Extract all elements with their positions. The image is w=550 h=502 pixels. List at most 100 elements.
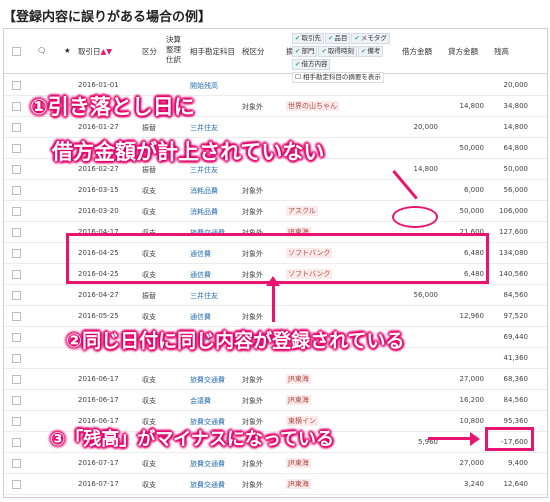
row-checkbox[interactable] <box>12 480 21 489</box>
balance-header: 残高 <box>494 47 509 56</box>
kubun-header: 区分 <box>142 47 157 56</box>
debit-header: 借方金額 <box>402 47 432 56</box>
arrow-2-head <box>266 276 280 286</box>
credit-cell: 14,800 <box>459 102 485 110</box>
kubun-cell: 振替 <box>142 124 156 132</box>
balance-cell: 84,560 <box>503 396 529 404</box>
table-row[interactable]: 2016-03-15 収支 消耗品費 対象外 6,000 56,000 <box>4 179 547 201</box>
partner-tag: JR東海 <box>286 374 311 384</box>
kubun-cell: 収支 <box>142 481 156 489</box>
balance-cell: 9,400 <box>507 459 528 467</box>
date-header-label: 取引日 <box>78 47 101 56</box>
date-cell: 2016-06-17 <box>78 375 119 383</box>
row-checkbox[interactable] <box>12 312 21 321</box>
filter-option[interactable]: ✔取引先 <box>292 33 324 44</box>
table-row[interactable]: 2016-07-17 収支 旅費交通費 対象外 JR東海 27,000 9,400 <box>4 452 547 474</box>
table-header: 🗨 ★ 取引日▲▼ 区分 決算 整理 仕訳 相手勘定科目 税区分 摘要 ✔取引先… <box>4 29 547 83</box>
row-checkbox[interactable] <box>12 438 21 447</box>
row-checkbox[interactable] <box>12 375 21 384</box>
filter-option[interactable]: ✔備考 <box>357 46 384 57</box>
account-link[interactable]: 開始残高 <box>190 81 218 91</box>
date-cell: 2016-07-17 <box>78 480 119 488</box>
tax-cell: 対象外 <box>242 103 263 111</box>
highlight-oval <box>392 206 438 228</box>
select-all-checkbox[interactable] <box>12 47 21 56</box>
row-checkbox[interactable] <box>12 417 21 426</box>
partner-tag: JR東海 <box>286 395 311 405</box>
partner-tag: アスクル <box>286 206 318 216</box>
kubun-cell: 収支 <box>142 187 156 195</box>
star-icon[interactable]: ★ <box>64 46 71 55</box>
table-row[interactable]: 2016-03-20 収支 消耗品費 対象外 アスクル 50,000 106,000 <box>4 200 547 222</box>
account-link[interactable]: 消耗品費 <box>190 207 218 217</box>
account-link[interactable]: 旅費交通費 <box>190 375 225 385</box>
balance-cell: 84,560 <box>503 291 529 299</box>
balance-cell: 127,600 <box>499 228 528 236</box>
balance-cell: 134,080 <box>499 249 528 257</box>
tax-cell: 対象外 <box>242 397 263 405</box>
account-link[interactable]: 三井住友 <box>190 123 218 133</box>
credit-cell: 10,800 <box>459 417 485 425</box>
account-link[interactable]: 旅費交通費 <box>190 480 225 490</box>
balance-cell: 69,440 <box>503 333 529 341</box>
check-icon: ✔ <box>295 60 301 68</box>
row-checkbox[interactable] <box>12 291 21 300</box>
settlement-header-line: 整理 <box>166 45 181 54</box>
row-checkbox[interactable] <box>12 102 21 111</box>
filter-option-label: 取得時刻 <box>327 47 354 55</box>
comment-icon: 🗨 <box>37 46 47 55</box>
balance-cell: 56,000 <box>503 186 529 194</box>
account-link[interactable]: 旅費交通費 <box>190 459 225 469</box>
filter-option[interactable]: ✔品目 <box>324 33 351 44</box>
account-link[interactable]: 三井住友 <box>190 165 218 175</box>
row-checkbox[interactable] <box>12 396 21 405</box>
credit-cell: 50,000 <box>459 207 485 215</box>
credit-cell: 12,960 <box>459 312 485 320</box>
account-link[interactable]: 三井住友 <box>190 291 218 301</box>
balance-cell: 64,800 <box>503 144 529 152</box>
row-checkbox[interactable] <box>12 144 21 153</box>
annotation-2: ②同じ日付に同じ内容が登録されている <box>66 330 405 352</box>
partner-tag: JR東海 <box>286 479 311 489</box>
account-link[interactable]: 消耗品費 <box>190 186 218 196</box>
credit-cell: 16,200 <box>459 396 485 404</box>
filter-option-label: 品目 <box>334 34 348 42</box>
row-checkbox[interactable] <box>12 354 21 363</box>
row-checkbox[interactable] <box>12 270 21 279</box>
table-row[interactable]: 2016-05-25 収支 通信費 対象外 12,960 97,520 <box>4 305 547 327</box>
row-checkbox[interactable] <box>12 123 21 132</box>
sort-icon[interactable]: ▲▼ <box>101 47 113 56</box>
row-checkbox[interactable] <box>12 165 21 174</box>
balance-cell: 50,000 <box>503 165 529 173</box>
balance-cell: 20,000 <box>503 81 529 89</box>
row-checkbox[interactable] <box>12 81 21 90</box>
table-row[interactable]: 2016-06-17 収支 旅費交通費 対象外 JR東海 27,000 68,360 <box>4 368 547 390</box>
negative-balance-box <box>485 427 534 451</box>
table-row[interactable]: 2016-04-27 振替 三井住友 56,000 84,560 <box>4 284 547 306</box>
date-cell: 2016-01-01 <box>78 81 119 89</box>
filter-option[interactable]: ✔部門 <box>292 46 318 57</box>
date-header[interactable]: 取引日▲▼ <box>78 46 112 57</box>
row-checkbox[interactable] <box>12 249 21 258</box>
tax-cell: 対象外 <box>242 376 263 384</box>
balance-cell: 41,360 <box>503 354 529 362</box>
balance-cell: 95,360 <box>503 417 529 425</box>
table-row[interactable]: 2016-07-17 収支 旅費交通費 対象外 JR東海 3,240 12,640 <box>4 473 547 495</box>
filter-option[interactable]: ✔借方内容 <box>292 59 331 70</box>
filter-option[interactable]: ✔メモタグ <box>351 33 390 44</box>
date-cell: 2016-04-27 <box>78 291 119 299</box>
row-checkbox[interactable] <box>12 186 21 195</box>
balance-cell: 97,520 <box>503 312 529 320</box>
account-link[interactable]: 会議費 <box>190 396 211 406</box>
account-link[interactable]: 通信費 <box>190 312 211 322</box>
tax-header: 税区分 <box>242 47 265 56</box>
row-checkbox[interactable] <box>12 228 21 237</box>
tax-cell: 対象外 <box>242 187 263 195</box>
table-row[interactable]: 2016-06-17 収支 会議費 対象外 JR東海 16,200 84,560 <box>4 389 547 411</box>
filter-option[interactable]: ✔取得時刻 <box>318 46 357 57</box>
row-checkbox[interactable] <box>12 333 21 342</box>
row-checkbox[interactable] <box>12 459 21 468</box>
row-checkbox[interactable] <box>12 207 21 216</box>
account-header: 相手勘定科目 <box>190 47 235 56</box>
filter-option-label: 取引先 <box>301 34 321 42</box>
